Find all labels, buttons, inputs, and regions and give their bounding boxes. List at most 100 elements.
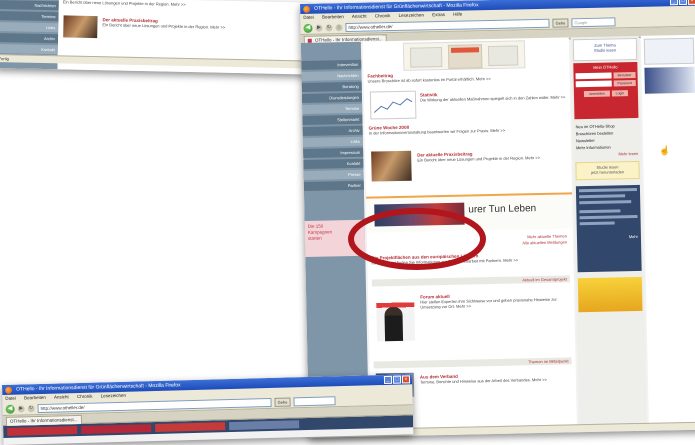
menu-item[interactable]: Datei (303, 15, 314, 20)
header-tile[interactable] (7, 426, 78, 436)
bottom-browser-window: OTHello - Ihr Informationsdienst für Grü… (2, 374, 414, 445)
sidebar-item[interactable]: Kontakt (303, 158, 364, 169)
mouse-cursor-icon: ☝ (659, 145, 671, 156)
top-nav-item[interactable]: Links (0, 21, 59, 33)
sidebar-item[interactable]: Presse (303, 169, 364, 180)
sidebar-item[interactable]: Beratung (301, 81, 362, 92)
forward-icon[interactable]: ▶ (315, 24, 323, 32)
banner-tile (409, 47, 443, 68)
go-button[interactable]: Gehe (552, 17, 569, 28)
person-silhouette (384, 306, 404, 342)
search-input[interactable]: Google (571, 16, 616, 27)
search-input[interactable] (293, 395, 336, 406)
promo-line: Studie lesen (593, 47, 617, 53)
header-tile[interactable] (155, 422, 226, 433)
menu-item[interactable]: Chronik (77, 394, 93, 399)
section-header: Themen im Mittelpunkt (373, 357, 572, 369)
news-item: Aus dem Verband Termine, Berichte und Hi… (420, 371, 572, 385)
banner-red-strip (450, 47, 480, 53)
firefox-icon (5, 386, 13, 394)
right-dark-box[interactable]: Mehr (575, 184, 642, 273)
banner-tile (447, 44, 483, 69)
reload-icon[interactable]: ↻ (325, 23, 333, 31)
sidebar-item[interactable]: Intervention (301, 59, 362, 70)
right-links: Neu im OTHello-Shop Broschüren bestellen… (576, 122, 639, 158)
top-news-item: Ein Bericht über neue Lösungen und Proje… (63, 0, 263, 9)
sidebar-item[interactable]: Nachrichten (301, 70, 362, 81)
chart-thumbnail[interactable] (369, 90, 417, 120)
dark-box-more[interactable]: Mehr (580, 234, 638, 240)
menu-item[interactable]: Bearbeiten (322, 14, 344, 19)
username-field[interactable] (575, 72, 612, 80)
text-line (579, 200, 632, 205)
more-links: Mehr aktuelle Themen Alle aktuellen Meld… (522, 233, 567, 246)
maximize-icon[interactable]: □ (678, 0, 688, 6)
menu-item[interactable]: Lesezeichen (101, 393, 126, 399)
right-yellow-box[interactable]: Studie lesen jetzt herunterladen (575, 160, 640, 181)
top-nav-item[interactable]: Nachrichten (0, 0, 59, 11)
news-item: Statistik Die Wirkung der aktuellen Maßn… (420, 89, 566, 102)
right-ad-banner[interactable] (577, 276, 643, 313)
sidebar-item[interactable]: Archiv (302, 125, 363, 136)
person-photo[interactable] (376, 292, 416, 342)
banner-tile (487, 45, 519, 67)
yellow-box-line: jetzt herunterladen (590, 169, 625, 175)
menu-item[interactable]: Ansicht (54, 394, 69, 399)
home-icon[interactable]: ⌂ (335, 23, 343, 31)
news-photo[interactable] (371, 150, 412, 182)
menu-item[interactable]: Bearbeiten (24, 395, 46, 401)
sidebar-item[interactable]: Termine (302, 103, 363, 114)
go-button[interactable]: Gehe (274, 396, 291, 407)
line-chart-icon (373, 98, 413, 113)
close-icon[interactable]: × (401, 375, 411, 384)
menu-item[interactable]: Extras (432, 12, 445, 17)
news-item: Fachbeitrag Unsere Broschüre ist ab sofo… (367, 69, 565, 84)
sidebar-item[interactable]: Partner (303, 180, 364, 191)
window-title: OTHello - Ihr Informationsdienst für Grü… (314, 2, 479, 12)
sidebar-item[interactable]: Impressum (303, 147, 364, 158)
forward-icon[interactable]: ▶ (17, 404, 25, 413)
menu-item[interactable]: Datei (5, 396, 16, 401)
header-tile[interactable] (81, 424, 152, 434)
right-promo-box[interactable]: Zum Thema Studie lesen (572, 37, 638, 62)
text-line (579, 214, 638, 220)
menu-item[interactable]: Chronik (375, 13, 391, 18)
text-line (579, 221, 615, 226)
top-nav-item[interactable]: Archiv (0, 32, 59, 44)
right-column: Zum Thema Studie lesen Mein OTHello Benu… (570, 35, 647, 426)
minimize-icon[interactable]: _ (669, 0, 679, 6)
back-icon[interactable]: ◀ (303, 23, 313, 33)
username-label: Benutzer (613, 71, 636, 79)
top-news-item-2: Der aktuelle Praxisbeitrag Ein Bericht ü… (102, 17, 262, 30)
menu-item[interactable]: Hilfe (453, 12, 462, 17)
sidebar-item[interactable]: Links (302, 136, 363, 147)
news-text: Hier stellen Experten ihre Sichtweise vo… (420, 296, 557, 310)
ad-box[interactable] (644, 66, 695, 94)
window-controls: _ □ × (383, 375, 411, 384)
text-line (579, 194, 626, 199)
more-link[interactable]: Alle aktuellen Meldungen (522, 239, 567, 246)
top-nav-item[interactable]: Kontakt (0, 43, 58, 55)
top-nav-item[interactable]: Termine (0, 10, 59, 22)
maximize-icon[interactable]: □ (392, 375, 402, 384)
minimize-icon[interactable]: _ (383, 375, 393, 384)
header-tile[interactable] (229, 420, 300, 431)
right-more-link[interactable]: Mehr lesen (576, 150, 638, 158)
password-label: Passwort (613, 79, 636, 87)
sidebar-item[interactable]: Dienstleistungen (301, 92, 363, 103)
reload-icon[interactable]: ↻ (27, 404, 35, 412)
menu-item[interactable]: Ansicht (352, 14, 367, 19)
password-field[interactable] (575, 80, 612, 88)
ad-box[interactable] (643, 37, 695, 65)
menu-item[interactable]: Lesezeichen (399, 12, 424, 18)
news-item: Der aktuelle Praxisbeitrag Ein Bericht ü… (417, 149, 567, 162)
back-icon[interactable]: ◀ (5, 404, 15, 414)
highlight-ellipse (348, 208, 486, 270)
sidebar-item[interactable]: Stellenmarkt (302, 114, 363, 125)
section-header: Aktuell im Gesamtprojekt (371, 275, 570, 287)
register-button[interactable]: Anmelden (583, 90, 611, 98)
news-item: Grüne Woche 2008 In der Informationsvera… (369, 121, 567, 136)
login-button[interactable]: Login (611, 90, 629, 97)
close-icon[interactable]: × (687, 0, 695, 5)
top-news-photo (63, 15, 98, 39)
